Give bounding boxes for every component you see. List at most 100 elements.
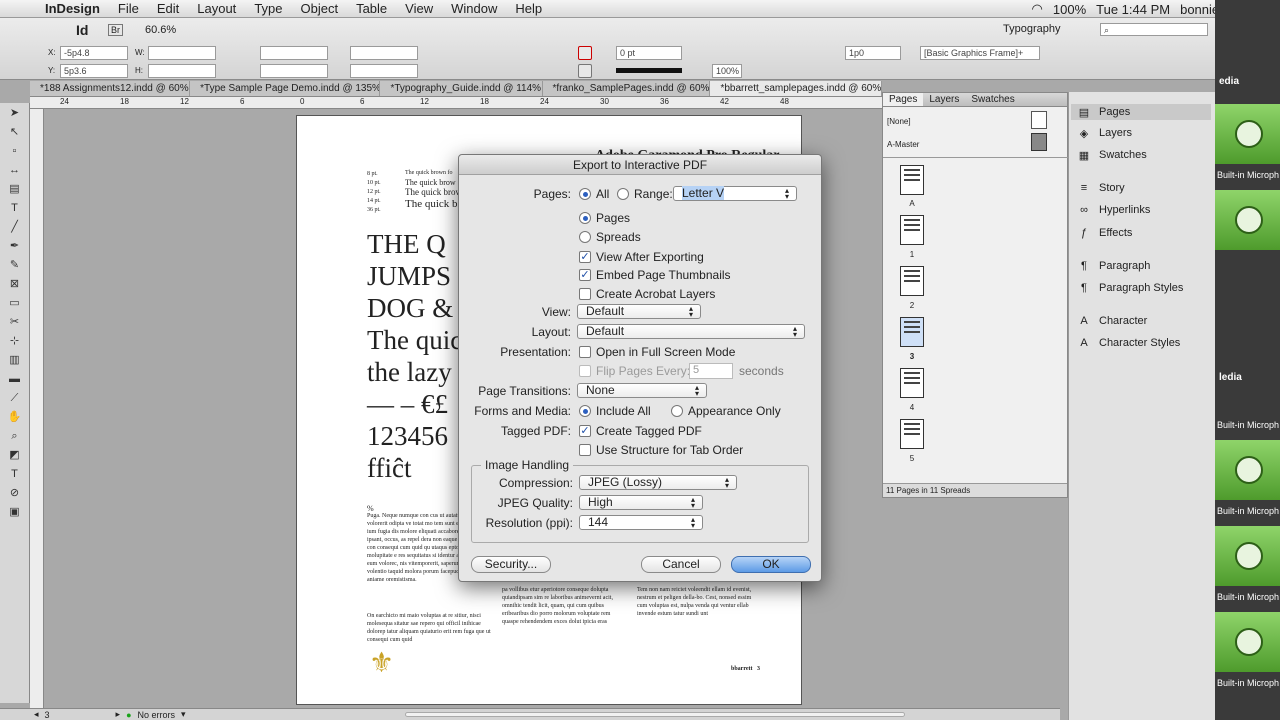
none-master[interactable]: [None] (887, 117, 911, 126)
page-thumb[interactable] (900, 215, 924, 245)
stroke-weight-field[interactable]: 0 pt (616, 46, 682, 60)
dock-hyperlinks[interactable]: ∞ Hyperlinks (1077, 204, 1150, 216)
tab-document[interactable]: *188 Assignments12.indd @ 60% (30, 81, 191, 96)
x-field[interactable]: -5p4.8 (60, 46, 128, 60)
use-structure-checkbox[interactable]: Use Structure for Tab Order (579, 443, 743, 457)
pages-radio[interactable]: Pages (579, 211, 630, 225)
stroke-swatch-icon[interactable] (578, 64, 592, 78)
dock-effects[interactable]: ƒ Effects (1077, 227, 1133, 239)
page-thumb-master[interactable] (900, 165, 924, 195)
h-field[interactable] (148, 64, 216, 78)
security-button[interactable]: Security... (471, 556, 551, 573)
audio-tile[interactable] (1215, 612, 1280, 672)
pencil-tool-icon[interactable]: ✎ (6, 258, 24, 272)
dock-pages[interactable]: ▤ Pages (1071, 104, 1211, 120)
note-icon[interactable]: ▬ (6, 372, 24, 386)
panel-tab-swatches[interactable]: Swatches (965, 93, 1020, 106)
create-tagged-checkbox[interactable]: ✓ Create Tagged PDF (579, 424, 702, 438)
rectangle-frame-icon[interactable]: ⊠ (6, 277, 24, 291)
fullscreen-checkbox[interactable]: Open in Full Screen Mode (579, 345, 735, 359)
stroke-type-select[interactable] (616, 68, 682, 73)
compression-select[interactable]: JPEG (Lossy) (579, 475, 737, 490)
next-page-icon[interactable]: ▸ (116, 709, 121, 720)
page-number-field[interactable]: 3 (45, 710, 50, 720)
menu-edit[interactable]: Edit (148, 1, 188, 16)
range-input[interactable]: Letter V (673, 186, 797, 201)
tab-document[interactable]: *franko_SamplePages.indd @ 60% (543, 81, 711, 96)
panel-tab-pages[interactable]: Pages (883, 93, 924, 106)
help-search-input[interactable]: ⌕ (1100, 23, 1208, 36)
prev-page-icon[interactable]: ◂ (34, 709, 39, 720)
menu-help[interactable]: Help (506, 1, 551, 16)
content-collector-icon[interactable]: ▤ (6, 182, 24, 196)
panel-tab-layers[interactable]: Layers (923, 93, 965, 106)
direct-selection-icon[interactable]: ↖ (6, 125, 24, 139)
page-thumb-selected[interactable] (900, 317, 924, 347)
object-style-select[interactable]: [Basic Graphics Frame]+ (920, 46, 1040, 60)
spreads-radio[interactable]: Spreads (579, 230, 641, 244)
preflight-menu-icon[interactable]: ▾ (181, 709, 186, 720)
flip-pages-checkbox[interactable]: Flip Pages Every: (579, 364, 690, 378)
view-select[interactable]: Default (577, 304, 701, 319)
menu-type[interactable]: Type (245, 1, 291, 16)
jpeg-quality-select[interactable]: High (579, 495, 703, 510)
flip-seconds-field[interactable]: 5 (689, 363, 733, 379)
zoom-select[interactable]: 60.6% (145, 24, 176, 36)
menu-layout[interactable]: Layout (188, 1, 245, 16)
free-transform-icon[interactable]: ⊹ (6, 334, 24, 348)
include-all-radio[interactable]: Include All (579, 404, 651, 418)
audio-tile[interactable] (1215, 190, 1280, 250)
pages-all-radio[interactable]: All (579, 187, 609, 201)
vertical-ruler[interactable] (30, 109, 44, 709)
a-master[interactable]: A-Master (887, 140, 919, 149)
menu-window[interactable]: Window (442, 1, 506, 16)
none-master-thumb[interactable] (1031, 111, 1047, 129)
opacity-field[interactable]: 100% (712, 64, 742, 78)
ok-button[interactable]: OK (731, 556, 811, 573)
a-master-thumb[interactable] (1031, 133, 1047, 151)
shear-field[interactable] (350, 64, 418, 78)
gradient-icon[interactable]: ▥ (6, 353, 24, 367)
corner-size-field[interactable]: 1p0 (845, 46, 901, 60)
fill-stroke-icon[interactable]: ◩ (6, 448, 24, 462)
clock-label[interactable]: Tue 1:44 PM (1096, 2, 1170, 17)
battery-label[interactable]: 100% (1053, 2, 1086, 17)
resolution-field[interactable]: 144 (579, 515, 703, 530)
tab-document[interactable]: *Type Sample Page Demo.indd @ 135% (190, 81, 381, 96)
bridge-icon[interactable]: Br (108, 24, 123, 36)
menu-app[interactable]: InDesign (36, 1, 109, 16)
hand-icon[interactable]: ✋ (6, 410, 24, 424)
menu-object[interactable]: Object (292, 1, 348, 16)
w-field[interactable] (148, 46, 216, 60)
dock-character-styles[interactable]: A Character Styles (1077, 337, 1180, 349)
fill-swatch-icon[interactable] (578, 46, 592, 60)
page-thumb[interactable] (900, 368, 924, 398)
eyedropper-icon[interactable]: ⟋ (6, 391, 24, 405)
page-thumb[interactable] (900, 266, 924, 296)
page-thumb[interactable] (900, 419, 924, 449)
pen-tool-icon[interactable]: ✒ (6, 239, 24, 253)
wifi-icon[interactable]: ◠ (1032, 1, 1043, 17)
type-tool-icon[interactable]: T (6, 201, 24, 215)
apply-none-icon[interactable]: ⊘ (6, 486, 24, 500)
pages-range-radio[interactable]: Range: (617, 187, 673, 201)
audio-tile[interactable] (1215, 526, 1280, 586)
horizontal-ruler[interactable]: 24 18 12 6 0 6 12 18 24 30 36 42 48 (30, 97, 882, 109)
dock-layers[interactable]: ◈ Layers (1077, 127, 1132, 140)
formatting-icon[interactable]: T (6, 467, 24, 481)
gap-tool-icon[interactable]: ↔ (6, 163, 24, 177)
screen-mode-icon[interactable]: ▣ (6, 505, 24, 519)
preflight-status[interactable]: No errors (138, 710, 176, 720)
audio-tile[interactable] (1215, 440, 1280, 500)
scissors-icon[interactable]: ✂ (6, 315, 24, 329)
horizontal-scrollbar[interactable] (405, 712, 905, 717)
selection-tool-icon[interactable]: ➤ (6, 106, 24, 120)
rotate-field[interactable] (350, 46, 418, 60)
view-after-checkbox[interactable]: ✓ View After Exporting (579, 250, 704, 264)
menu-table[interactable]: Table (347, 1, 396, 16)
audio-tile[interactable] (1215, 104, 1280, 164)
tab-document[interactable]: *Typography_Guide.indd @ 114% (380, 81, 543, 96)
dock-swatches[interactable]: ▦ Swatches (1077, 149, 1147, 162)
workspace-select[interactable]: Typography (1003, 23, 1060, 35)
cancel-button[interactable]: Cancel (641, 556, 721, 573)
